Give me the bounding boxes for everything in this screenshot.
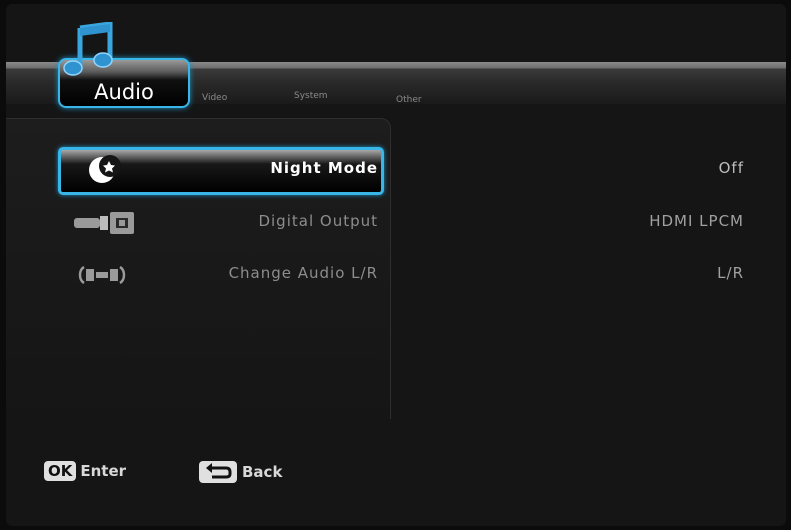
menu-item-value: L/R	[717, 264, 744, 282]
back-label: Back	[242, 463, 283, 481]
menu-item-label: Change Audio L/R	[228, 264, 378, 282]
menu-item-label: Night Mode	[270, 159, 378, 177]
footer-back-hint: Back	[198, 460, 282, 488]
speaker-lr-icon	[78, 265, 126, 285]
music-note-icon	[63, 22, 113, 76]
menu-item-night-mode[interactable]: Night Mode Off	[6, 147, 786, 191]
tab-system[interactable]: System	[294, 91, 328, 101]
tab-other[interactable]: Other	[396, 95, 422, 105]
footer-enter-hint: OK Enter	[44, 460, 126, 488]
menu-item-value: HDMI LPCM	[649, 212, 744, 230]
enter-label: Enter	[80, 461, 127, 480]
menu-item-label: Digital Output	[258, 212, 378, 230]
menu-item-value: Off	[718, 159, 744, 177]
ok-key-icon: OK	[44, 460, 77, 481]
menu-item-change-audio-lr[interactable]: Change Audio L/R L/R	[6, 252, 786, 296]
digital-output-icon	[74, 212, 134, 234]
tab-audio-label: Audio	[94, 80, 154, 104]
settings-screen: Audio Video System Other Night Mode Off …	[6, 4, 786, 526]
night-mode-icon	[89, 155, 121, 183]
tab-video[interactable]: Video	[202, 93, 227, 103]
menu-item-digital-output[interactable]: Digital Output HDMI LPCM	[6, 200, 786, 244]
return-arrow-icon	[199, 461, 237, 483]
